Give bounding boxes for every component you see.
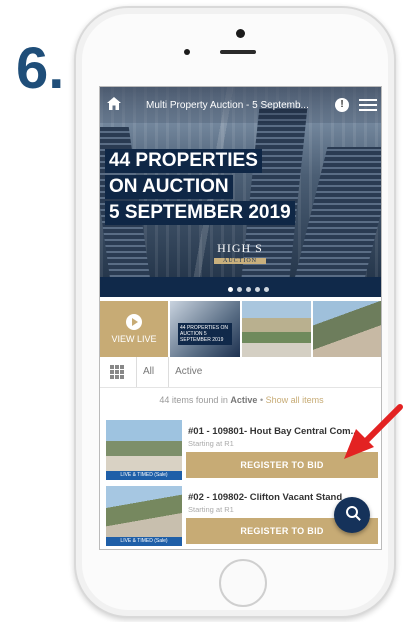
carousel-dot[interactable]	[255, 287, 260, 292]
phone-frame: 44 PROPERTIES ON AUCTION 5 SEPTEMBER 201…	[74, 6, 396, 618]
view-live-button[interactable]: VIEW LIVE	[100, 301, 168, 357]
thumbnail-caption: 44 PROPERTIES ON AUCTION 5 SEPTEMBER 201…	[178, 323, 232, 345]
sensor	[184, 49, 190, 55]
carousel-dot[interactable]	[228, 287, 233, 292]
brand-logo: HIGH S AUCTION	[206, 241, 274, 277]
lot-starting-price: Starting at R1	[188, 505, 234, 514]
logo-main: HIGH S	[217, 241, 263, 255]
arrow-icon	[344, 404, 403, 459]
hero-line-1: 44 PROPERTIES	[105, 149, 262, 173]
lot-badge: LIVE & TIMED (Sale)	[106, 471, 182, 480]
speaker	[220, 50, 256, 54]
thumbnail-strip: VIEW LIVE 44 PROPERTIES ON AUCTION 5 SEP…	[100, 301, 381, 357]
lot-badge: LIVE & TIMED (Sale)	[106, 537, 182, 546]
play-icon	[126, 314, 142, 330]
thumbnail[interactable]: 44 PROPERTIES ON AUCTION 5 SEPTEMBER 201…	[170, 301, 240, 357]
thumbnail[interactable]	[313, 301, 381, 357]
step-number: 6.	[16, 36, 65, 101]
search-button[interactable]	[334, 497, 370, 533]
logo-sub: AUCTION	[214, 258, 266, 264]
carousel-dots[interactable]	[228, 287, 269, 292]
breadcrumb-active[interactable]: Active	[168, 357, 216, 387]
breadcrumb-all[interactable]: All	[136, 357, 168, 387]
carousel-dot[interactable]	[246, 287, 251, 292]
app-screen: 44 PROPERTIES ON AUCTION 5 SEPTEMBER 201…	[99, 86, 382, 550]
found-separator: •	[259, 395, 264, 405]
carousel-dot[interactable]	[237, 287, 242, 292]
show-all-link[interactable]: Show all items	[266, 395, 324, 405]
lot-card[interactable]: LIVE & TIMED (Sale) #01 - 109801- Hout B…	[106, 420, 378, 480]
info-icon[interactable]: !	[335, 98, 349, 112]
building	[292, 147, 381, 285]
thumbnail[interactable]	[241, 301, 312, 357]
lot-starting-price: Starting at R1	[188, 439, 234, 448]
home-icon[interactable]	[100, 96, 128, 114]
filter-bar: All Active	[100, 357, 381, 388]
view-live-label: VIEW LIVE	[111, 334, 157, 344]
phone-home-button[interactable]	[219, 559, 267, 607]
found-prefix: 44 items found in	[159, 395, 228, 405]
grid-icon[interactable]	[110, 365, 124, 379]
hero-line-2: ON AUCTION	[105, 175, 233, 199]
search-icon	[346, 506, 358, 518]
camera	[236, 29, 245, 38]
found-scope: Active	[230, 395, 258, 405]
hero-line-3: 5 SEPTEMBER 2019	[105, 201, 295, 225]
carousel-dot[interactable]	[264, 287, 269, 292]
top-bar: Multi Property Auction - 5 Septemb... !	[100, 87, 381, 123]
auction-title: Multi Property Auction - 5 Septemb...	[146, 99, 309, 111]
menu-icon[interactable]	[359, 96, 377, 114]
